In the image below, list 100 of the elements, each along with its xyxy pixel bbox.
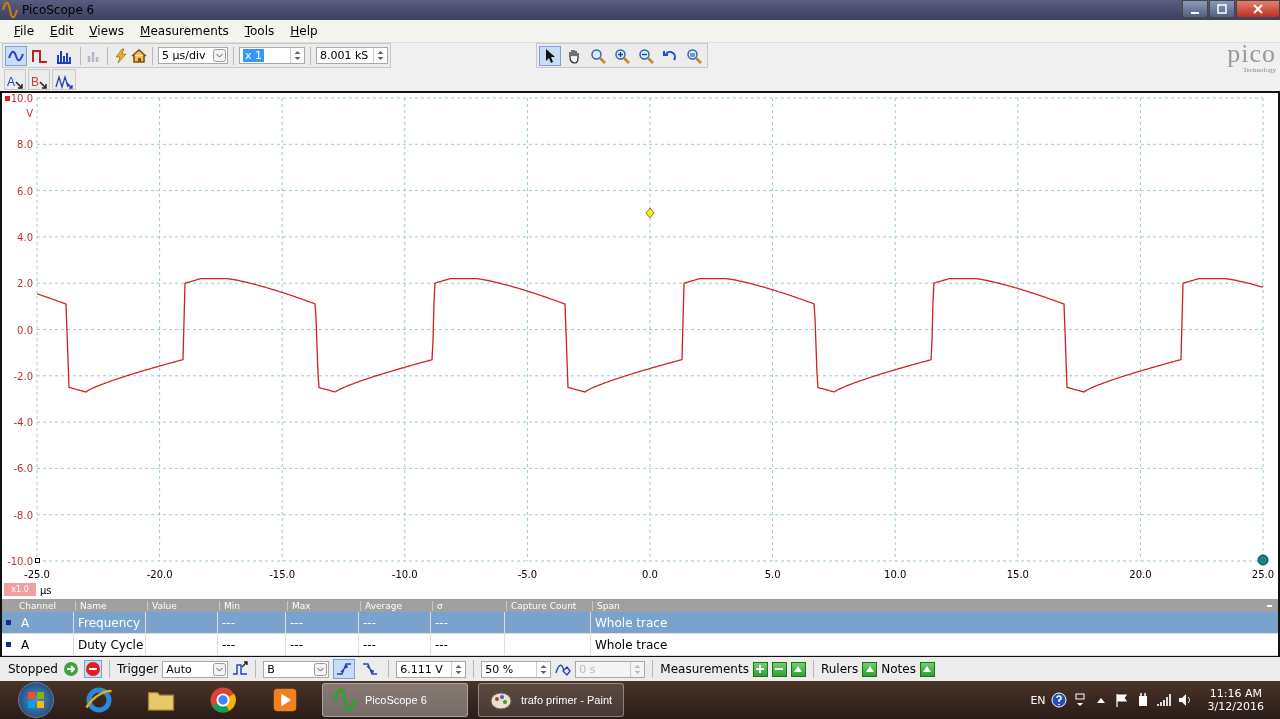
column-header: Min: [219, 600, 287, 611]
x-axis-unit: µs: [40, 585, 52, 596]
menu-item[interactable]: Edit: [42, 22, 82, 40]
timebase-dropdown[interactable]: 5 µs/div: [158, 47, 228, 64]
language-indicator[interactable]: EN: [1030, 693, 1046, 707]
x-axis-label: -5.0: [517, 569, 538, 580]
column-header: Name: [75, 600, 147, 611]
clock-date[interactable]: 3/12/2016: [1207, 700, 1264, 713]
start-button[interactable]: [61, 660, 80, 678]
trigger-label: Trigger: [116, 662, 159, 676]
pointer-tool-button[interactable]: [539, 45, 561, 66]
trigger-point-icon[interactable]: [645, 207, 655, 219]
table-cell: A: [21, 637, 30, 652]
minimize-button[interactable]: [1182, 0, 1208, 18]
rulers-button[interactable]: [862, 661, 878, 677]
signal-bars-icon[interactable]: [1155, 692, 1172, 708]
pretrigger-spinbox[interactable]: 50 %: [481, 660, 552, 678]
remove-measurement-button[interactable]: [771, 661, 787, 677]
wave-arrow-icon: [55, 75, 74, 89]
table-cell: ---: [222, 615, 235, 630]
maximize-button[interactable]: [1209, 0, 1235, 18]
channel-button[interactable]: A: [4, 69, 26, 90]
row-marker-icon: [6, 642, 11, 647]
scope-mode-button[interactable]: [5, 45, 27, 66]
sine-wave-icon: [333, 688, 357, 712]
square-pulse-icon: [32, 47, 48, 64]
x-axis-label: 0.0: [642, 569, 658, 580]
rulers-label: Rulers: [820, 662, 859, 676]
y-axis-label: 10.0: [10, 93, 33, 104]
speaker-icon[interactable]: [1176, 692, 1193, 708]
menu-item[interactable]: Views: [81, 22, 133, 40]
lightning-icon[interactable]: [113, 47, 129, 64]
y-axis-label: -10.0: [7, 556, 33, 567]
y-axis-label: 4.0: [17, 231, 33, 243]
triangle-up-icon: [922, 664, 933, 674]
start-menu-button[interactable]: [18, 682, 54, 718]
notes-button[interactable]: [919, 661, 935, 677]
y-axis-unit: V: [26, 108, 33, 119]
trigger-source-dropdown[interactable]: B: [263, 660, 330, 678]
table-cell: ---: [435, 615, 448, 630]
column-header: Channel: [18, 600, 57, 611]
flag-icon[interactable]: [1113, 692, 1130, 708]
sine-wave-icon: [2, 2, 18, 18]
trigger-marker-icon: [35, 558, 40, 563]
y-axis-label: -2.0: [13, 370, 33, 382]
x-axis-label: 20.0: [1129, 569, 1152, 580]
magnifier-icon: [686, 47, 702, 64]
zoom-in-icon: [614, 47, 630, 64]
browser-icon[interactable]: [84, 685, 114, 715]
column-header: Max: [287, 600, 360, 611]
trigger-mode-dropdown[interactable]: Auto: [162, 660, 229, 678]
channel-button[interactable]: B: [28, 69, 51, 90]
table-cell: Whole trace: [595, 637, 668, 652]
y-axis-label: 0.0: [17, 324, 33, 336]
caret-icon: [213, 662, 227, 676]
row-marker-icon: [6, 620, 11, 625]
y-axis-label: -8.0: [13, 509, 33, 521]
table-cell: Duty Cycle: [78, 637, 144, 652]
stop-icon: [84, 661, 101, 677]
y-axis-label: -4.0: [13, 417, 33, 429]
home-icon[interactable]: [131, 47, 147, 64]
table-cell: ---: [290, 637, 303, 652]
table-cell: Whole trace: [595, 615, 668, 630]
scale-factor: x1.0: [11, 585, 29, 594]
menu-item[interactable]: Measurements: [132, 22, 237, 40]
ruler-handle-icon[interactable]: [1257, 554, 1269, 566]
y-axis-label: -6.0: [13, 463, 33, 475]
scale-badge-background: [4, 583, 36, 596]
plus-icon: [755, 664, 766, 674]
triangle-up-icon: [864, 664, 875, 674]
x-axis-label: 25.0: [1251, 569, 1275, 580]
taskbar-button[interactable]: trafo primer - Paint: [478, 683, 624, 717]
rising-edge-button[interactable]: [333, 659, 356, 679]
clock-time[interactable]: 11:16 AM: [1209, 687, 1262, 700]
trigger-level-spinbox[interactable]: 6.111 V: [396, 660, 467, 678]
channel-marker-icon: [5, 96, 10, 101]
column-header: σ: [432, 600, 506, 611]
edit-measurement-button[interactable]: [790, 661, 806, 677]
column-header: Value: [147, 600, 219, 611]
window-title: PicoScope 6: [22, 3, 95, 17]
close-button[interactable]: [1236, 0, 1280, 18]
menu-item[interactable]: Tools: [236, 22, 283, 40]
trigger-settings-icon[interactable]: [232, 661, 249, 677]
add-measurement-button[interactable]: [752, 661, 768, 677]
x-axis-label: -15.0: [269, 569, 296, 580]
x-axis-label: -20.0: [146, 569, 173, 580]
y-axis-label: 6.0: [17, 185, 33, 197]
caret-icon: [314, 662, 328, 676]
hand-icon: [566, 47, 582, 64]
y-axis-label: 8.0: [17, 139, 33, 151]
menu-item[interactable]: File: [6, 22, 43, 40]
menu-item[interactable]: Help: [282, 22, 326, 40]
taskbar-button[interactable]: PicoScope 6: [322, 683, 468, 717]
help-icon[interactable]: [1050, 692, 1067, 708]
table-row[interactable]: A Duty Cycle --- --- --- --- Whole trace: [2, 634, 1278, 656]
x-axis-label: 5.0: [764, 569, 781, 580]
minimize-icon: [1191, 12, 1199, 14]
caret-icon: [213, 49, 226, 62]
samples-spinbox[interactable]: 8.001 kS: [316, 47, 388, 64]
stop-button[interactable]: [83, 660, 102, 678]
